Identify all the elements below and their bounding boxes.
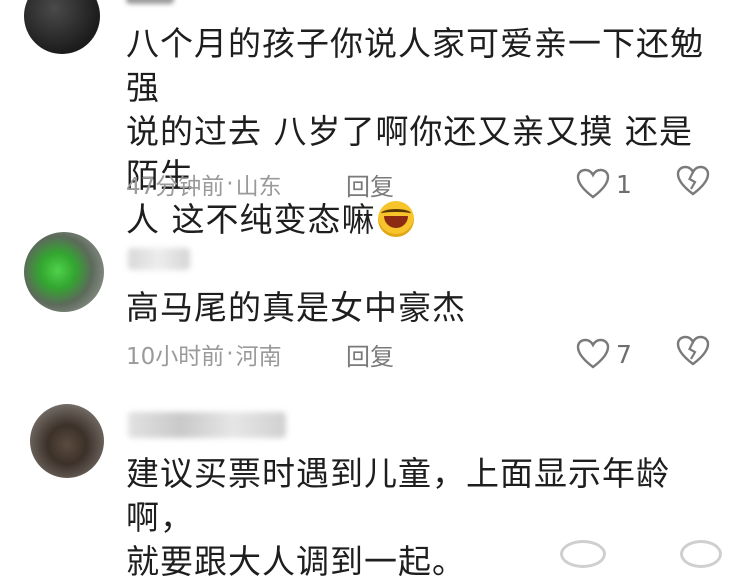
broken-heart-icon[interactable] [680,540,722,568]
like-button[interactable]: 1 [576,168,632,200]
like-count: 7 [616,339,632,369]
like-count: 1 [616,169,632,199]
username[interactable] [126,0,174,4]
comment-line: 就要跟大人调到一起。 [126,542,466,581]
like-button[interactable]: 7 [576,338,632,370]
dislike-button[interactable] [676,165,710,203]
comment-line: 建议买票时遇到儿童，上面显示年龄啊， [126,454,670,537]
comment-location: 山东 [235,174,282,200]
laughing-crying-emoji-icon [377,201,414,237]
avatar[interactable] [30,404,104,478]
broken-heart-icon [676,335,710,366]
username[interactable] [128,248,190,270]
comment-time: 47分钟前 [126,174,225,200]
separator-dot: · [226,341,234,367]
heart-icon [576,168,610,199]
comment-meta: 47分钟前 · 山东 回复 1 [126,165,716,203]
dislike-button[interactable] [676,335,710,373]
username[interactable] [128,412,286,438]
comment-meta: 10小时前 · 河南 回复 7 [126,335,716,373]
comment-location: 河南 [235,344,282,370]
reply-button[interactable]: 回复 [346,167,394,202]
separator-dot: · [226,171,234,197]
comment-line: 高马尾的真是女中豪杰 [126,288,466,327]
avatar[interactable] [24,232,104,312]
comment-line: 人 这不纯变态嘛 [126,200,376,239]
comment-time: 10小时前 [126,344,225,370]
avatar[interactable] [24,0,100,54]
comment-line: 八个月的孩子你说人家可爱亲一下还勉强 [126,24,704,107]
broken-heart-icon [676,165,710,196]
comment-text: 建议买票时遇到儿童，上面显示年龄啊， 就要跟大人调到一起。 [126,452,726,584]
heart-icon [576,338,610,369]
heart-icon[interactable] [560,540,606,568]
comment-text: 八个月的孩子你说人家可爱亲一下还勉强 说的过去 八岁了啊你还又亲又摸 还是陌生人 … [126,22,726,242]
reply-button[interactable]: 回复 [346,337,394,372]
comment-text: 高马尾的真是女中豪杰 [126,286,726,330]
